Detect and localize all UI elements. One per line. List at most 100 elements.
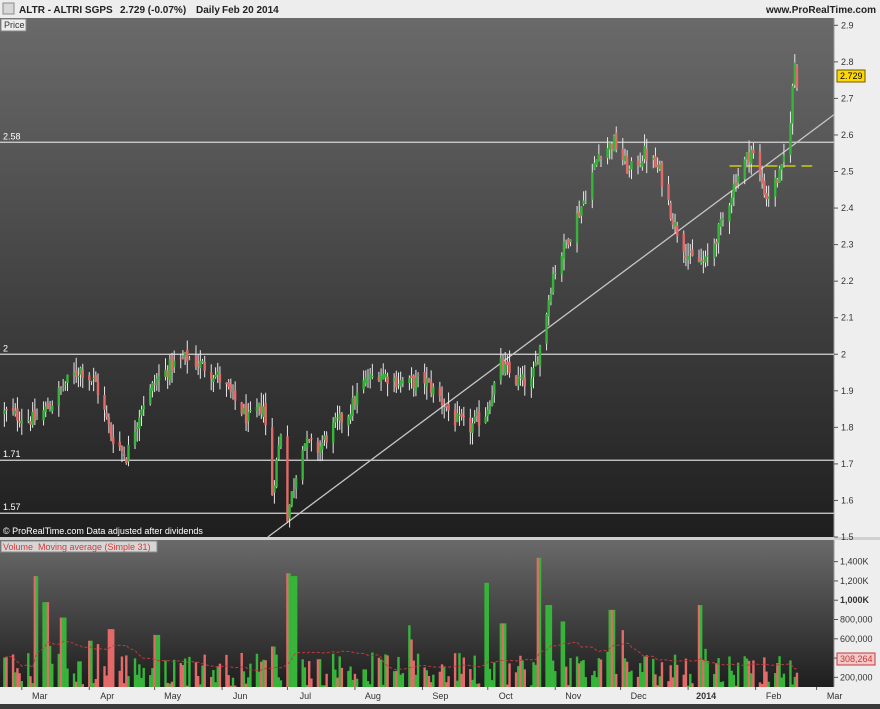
- volume-bar: [628, 671, 631, 687]
- candle-body: [736, 176, 740, 184]
- volume-bar: [484, 582, 487, 687]
- volume-bar: [242, 671, 246, 687]
- volume-bar: [538, 557, 542, 687]
- candle-body: [503, 363, 507, 373]
- candle-body: [240, 402, 243, 415]
- candle-body: [691, 249, 694, 256]
- candle-body: [29, 421, 32, 425]
- candle-body: [429, 381, 433, 393]
- volume-bar: [429, 682, 433, 687]
- candle-body: [218, 373, 222, 383]
- time-tick-label: Feb: [766, 691, 782, 701]
- candle-body: [66, 374, 69, 383]
- candle-body: [194, 355, 198, 367]
- volume-bar: [599, 659, 603, 687]
- volume-bar: [643, 656, 646, 687]
- volume-bar: [336, 677, 339, 687]
- volume-bar: [229, 685, 233, 687]
- volume-bar: [11, 654, 15, 687]
- volume-bar: [458, 653, 461, 687]
- time-tick-label: Jun: [233, 691, 248, 701]
- volume-bar: [641, 672, 644, 687]
- site-url[interactable]: www.ProRealTime.com: [765, 5, 876, 16]
- candle-body: [179, 357, 182, 359]
- candle-body: [488, 405, 492, 410]
- candle-body: [554, 272, 557, 274]
- candle-body: [157, 376, 161, 380]
- time-tick-label: May: [164, 691, 182, 701]
- candle-body: [793, 62, 797, 85]
- candle-body: [438, 387, 442, 397]
- candle-body: [166, 370, 169, 377]
- panel-separator[interactable]: [0, 537, 880, 540]
- volume-bar: [33, 576, 37, 687]
- volume-bar: [351, 679, 354, 687]
- candle-body: [702, 259, 705, 262]
- volume-bar: [292, 576, 296, 687]
- candle-body: [242, 407, 246, 415]
- volume-bar: [691, 683, 694, 687]
- level-label: 2: [3, 343, 8, 353]
- volume-bar: [94, 679, 98, 687]
- volume-bar: [29, 676, 32, 687]
- candle-body: [3, 410, 6, 415]
- time-tick-label: Oct: [499, 691, 514, 701]
- time-tick-label: Jul: [300, 691, 312, 701]
- candle-body: [584, 201, 587, 203]
- candle-body: [538, 346, 542, 367]
- candle-body: [715, 241, 718, 245]
- volume-bar: [279, 680, 283, 687]
- candle-body: [231, 390, 235, 392]
- volume-bar: [125, 655, 128, 687]
- volume-bar: [77, 661, 80, 687]
- volume-bar: [704, 648, 707, 687]
- volume-bar: [750, 673, 753, 687]
- candle-body: [61, 387, 65, 389]
- volume-bar: [35, 576, 39, 687]
- volume-bar: [257, 671, 261, 687]
- candle-body: [671, 218, 675, 225]
- candle-body: [79, 367, 82, 375]
- volume-bar: [72, 673, 76, 687]
- volume-bar: [582, 659, 585, 687]
- candle-body: [349, 414, 352, 421]
- time-tick-label: Nov: [565, 691, 582, 701]
- price-tick-label: 2.9: [841, 20, 854, 30]
- candle-body: [593, 162, 596, 170]
- volume-bar: [782, 673, 786, 687]
- volume-bar: [621, 630, 624, 687]
- current-ma-value: 308,264: [840, 654, 873, 664]
- candle-body: [425, 378, 428, 387]
- volume-bar: [534, 664, 537, 687]
- volume-bar: [103, 666, 106, 687]
- volume-bar: [75, 681, 78, 687]
- candle-body: [377, 376, 381, 381]
- candle-body: [654, 156, 657, 168]
- candle-body: [362, 380, 365, 390]
- volume-bar: [368, 684, 372, 687]
- volume-bar: [399, 674, 402, 687]
- volume-bar: [667, 681, 670, 687]
- volume-bar: [475, 683, 479, 687]
- volume-bar: [203, 654, 206, 687]
- volume-bar: [14, 672, 17, 687]
- volume-bar: [244, 683, 248, 687]
- candle-body: [201, 360, 204, 363]
- volume-bar: [140, 677, 143, 687]
- volume-bar: [501, 623, 505, 687]
- candle-body: [760, 177, 764, 185]
- volume-bar: [16, 668, 19, 687]
- candle-body: [423, 372, 426, 384]
- volume-bar: [353, 673, 357, 687]
- volume-bar: [397, 656, 400, 687]
- volume-bar: [347, 670, 350, 687]
- volume-bar: [153, 634, 156, 687]
- volume-bar: [338, 656, 341, 687]
- candle-body: [606, 148, 609, 158]
- candle-body: [122, 454, 126, 457]
- candle-body: [81, 369, 84, 378]
- chart-period: Daily: [196, 5, 220, 16]
- candle-body: [747, 152, 751, 162]
- candle-body: [301, 449, 304, 480]
- window-icon[interactable]: [2, 2, 15, 15]
